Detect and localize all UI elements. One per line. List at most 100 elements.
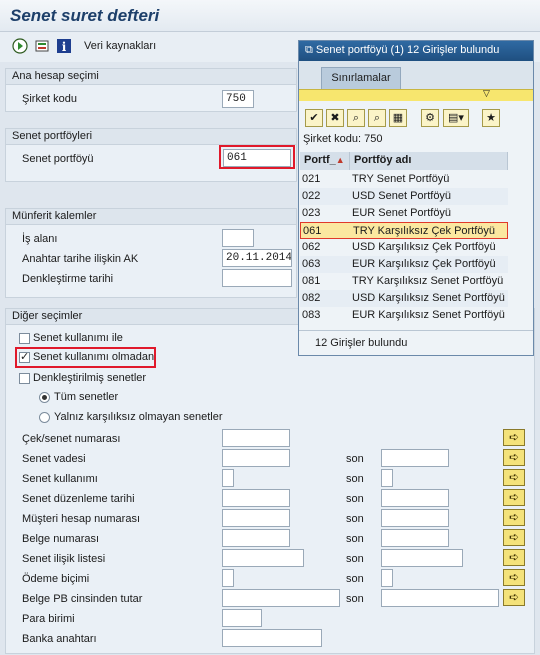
print-icon[interactable]: ▤▾ <box>443 109 469 127</box>
popup-tabstrip: Sınırlamalar <box>299 61 533 89</box>
svg-text:i: i <box>62 40 67 54</box>
portfolio-search-help-popup: ⧉ Senet portföyü (1) 12 Girişler bulundu… <box>298 40 534 356</box>
multiple-selection-button[interactable]: ➪ <box>503 429 525 446</box>
range-label: Belge numarası <box>22 533 100 545</box>
cleared-notes-label: Denkleştirilmiş senetler <box>33 372 147 384</box>
range-label: Senet vadesi <box>22 453 86 465</box>
clearing-date-field[interactable] <box>222 269 292 287</box>
range-label: Senet kullanımı <box>22 473 98 485</box>
confirm-icon[interactable]: ✔ <box>305 109 323 127</box>
table-row[interactable]: 082 USD Karşılıksız Senet Portföyü <box>300 290 508 307</box>
title-bar: Senet suret defteri <box>0 0 540 32</box>
selection-options-icon[interactable] <box>34 38 50 54</box>
range-from-field[interactable] <box>222 429 290 447</box>
table-row[interactable]: 023 EUR Senet Portföyü <box>300 205 508 222</box>
range-label: Para birimi <box>22 613 75 625</box>
column-header-key[interactable]: Portf_▲ <box>300 152 350 170</box>
multiple-selection-button[interactable]: ➪ <box>503 509 525 526</box>
find-next-icon[interactable]: ⌕ <box>368 109 386 127</box>
with-usage-label: Senet kullanımı ile <box>33 332 123 344</box>
table-row[interactable]: 022 USD Senet Portföyü <box>300 188 508 205</box>
multiple-selection-button[interactable]: ➪ <box>503 549 525 566</box>
range-from-field[interactable] <box>222 569 234 587</box>
favorites-icon[interactable]: ★ <box>482 109 500 127</box>
company-code-field[interactable]: 750 <box>222 90 254 108</box>
range-from-field[interactable] <box>222 529 290 547</box>
range-to-label: son <box>346 533 364 545</box>
range-to-field[interactable] <box>381 529 449 547</box>
expand-triangle-icon[interactable]: ▽ <box>483 88 490 99</box>
multiple-selection-button[interactable]: ➪ <box>503 589 525 606</box>
key-date-label: Anahtar tarihe ilişkin AK <box>22 253 139 265</box>
range-label: Senet düzenleme tarihi <box>22 493 135 505</box>
window-title: Senet suret defteri <box>10 6 160 25</box>
range-label: Ödeme biçimi <box>22 573 90 585</box>
table-row[interactable]: 063 EUR Karşılıksız Çek Portföyü <box>300 256 508 273</box>
range-to-field[interactable] <box>381 569 393 587</box>
sort-asc-icon: ▲ <box>335 155 345 165</box>
popup-company-line: Şirket kodu: 750 <box>303 133 383 145</box>
range-to-field[interactable] <box>381 549 463 567</box>
multiple-selection-button[interactable]: ➪ <box>503 529 525 546</box>
table-row[interactable]: 081 TRY Karşılıksız Senet Portföyü <box>300 273 508 290</box>
business-area-label: İş alanı <box>22 233 58 245</box>
column-header-name[interactable]: Portföy adı <box>350 152 508 170</box>
cancel-icon[interactable]: ✖ <box>326 109 344 127</box>
execute-icon[interactable] <box>12 38 28 54</box>
range-from-field[interactable] <box>222 509 290 527</box>
range-from-field[interactable] <box>222 469 234 487</box>
nonrecourse-radio[interactable] <box>39 412 50 423</box>
range-label: Belge PB cinsinden tutar <box>22 593 143 605</box>
range-to-label: son <box>346 473 364 485</box>
range-to-label: son <box>346 553 364 565</box>
layout-icon[interactable]: ▦ <box>389 109 407 127</box>
restrictions-toggle[interactable]: ▽ <box>299 88 533 101</box>
range-from-field[interactable] <box>222 549 304 567</box>
popup-window-icon: ⧉ <box>305 44 313 56</box>
range-to-label: son <box>346 513 364 525</box>
tab-restrictions[interactable]: Sınırlamalar <box>321 67 401 89</box>
table-row[interactable]: 062 USD Karşılıksız Çek Portföyü <box>300 239 508 256</box>
nonrecourse-label: Yalnız karşılıksız olmayan senetler <box>54 411 223 423</box>
table-row[interactable]: 083 EUR Karşılıksız Senet Portföyü <box>300 307 508 324</box>
data-sources-button[interactable]: Veri kaynakları <box>84 40 156 52</box>
with-usage-checkbox[interactable] <box>19 333 30 344</box>
range-to-label: son <box>346 573 364 585</box>
range-to-label: son <box>346 593 364 605</box>
multiple-selection-button[interactable]: ➪ <box>503 449 525 466</box>
range-to-field[interactable] <box>381 509 449 527</box>
range-to-label: son <box>346 453 364 465</box>
key-date-field[interactable]: 20.11.2014 <box>222 249 292 267</box>
multiple-selection-button[interactable]: ➪ <box>503 569 525 586</box>
range-to-field[interactable] <box>381 469 393 487</box>
info-icon[interactable]: i <box>56 38 72 54</box>
table-row[interactable]: 021 TRY Senet Portföyü <box>300 171 508 188</box>
clearing-date-label: Denkleştirme tarihi <box>22 273 114 285</box>
popup-status-text: 12 Girişler bulundu <box>315 337 408 349</box>
multiple-selection-button[interactable]: ➪ <box>503 489 525 506</box>
section-title: Ana hesap seçimi <box>6 69 296 85</box>
range-from-field[interactable] <box>222 449 290 467</box>
divider <box>299 330 533 331</box>
cleared-notes-checkbox[interactable] <box>19 373 30 384</box>
range-to-field[interactable] <box>381 449 449 467</box>
range-label: Çek/senet numarası <box>22 433 121 445</box>
range-to-field[interactable] <box>381 589 499 607</box>
range-to-field[interactable] <box>381 489 449 507</box>
settings-icon[interactable]: ⚙ <box>421 109 439 127</box>
portfolio-label: Senet portföyü <box>22 153 94 165</box>
section-title: Senet portföyleri <box>6 129 296 145</box>
all-notes-radio[interactable] <box>39 392 50 403</box>
currency-field[interactable] <box>222 609 262 627</box>
popup-title: Senet portföyü (1) 12 Girişler bulundu <box>315 44 500 56</box>
bank-key-field[interactable] <box>222 629 322 647</box>
multiple-selection-button[interactable]: ➪ <box>503 469 525 486</box>
table-row-selected[interactable]: 061 TRY Karşılıksız Çek Portföyü <box>300 222 508 239</box>
company-code-label: Şirket kodu <box>22 93 78 105</box>
range-from-field[interactable] <box>222 589 340 607</box>
range-from-field[interactable] <box>222 489 290 507</box>
range-label: Müşteri hesap numarası <box>22 513 140 525</box>
business-area-field[interactable] <box>222 229 254 247</box>
find-icon[interactable]: ⌕ <box>347 109 365 127</box>
popup-title-bar: ⧉ Senet portföyü (1) 12 Girişler bulundu <box>299 41 533 61</box>
